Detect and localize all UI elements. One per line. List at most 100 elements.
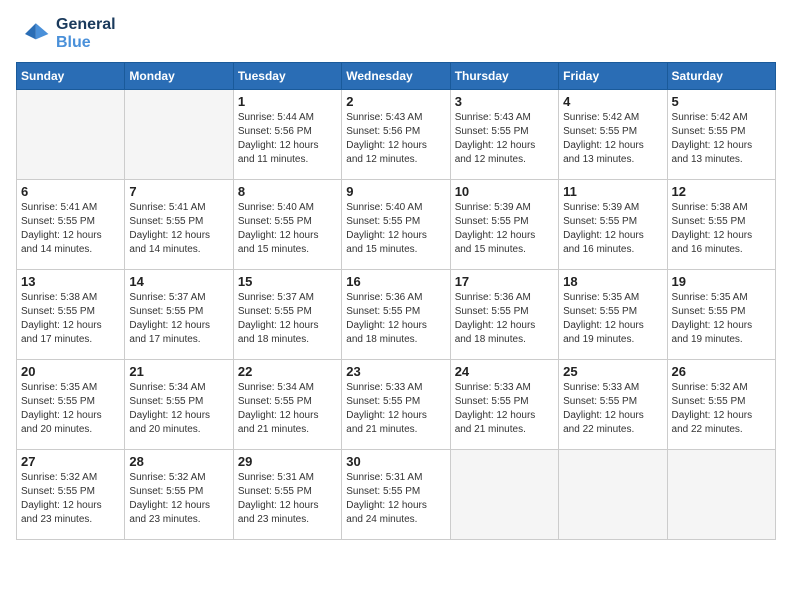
calendar-cell: 1 Sunrise: 5:44 AMSunset: 5:56 PMDaylight… <box>233 90 341 180</box>
day-info: Sunrise: 5:44 AMSunset: 5:56 PMDaylight:… <box>238 111 337 167</box>
calendar-cell: 2 Sunrise: 5:43 AMSunset: 5:56 PMDaylight… <box>342 90 450 180</box>
column-header-wednesday: Wednesday <box>342 63 450 90</box>
calendar-cell: 23 Sunrise: 5:33 AMSunset: 5:55 PMDayligh… <box>342 360 450 450</box>
day-number: 22 <box>238 364 337 379</box>
day-number: 20 <box>21 364 120 379</box>
week-row-3: 13 Sunrise: 5:38 AMSunset: 5:55 PMDayligh… <box>17 270 776 360</box>
column-header-monday: Monday <box>125 63 233 90</box>
day-number: 15 <box>238 274 337 289</box>
day-info: Sunrise: 5:32 AMSunset: 5:55 PMDaylight:… <box>129 471 228 527</box>
day-number: 4 <box>563 94 662 109</box>
calendar-cell: 3Sunrise: 5:43 AMSunset: 5:55 PMDaylight… <box>450 90 558 180</box>
calendar-cell: 21 Sunrise: 5:34 AMSunset: 5:55 PMDayligh… <box>125 360 233 450</box>
day-info: Sunrise: 5:35 AMSunset: 5:55 PMDaylight:… <box>672 291 771 347</box>
calendar-cell: 9 Sunrise: 5:40 AMSunset: 5:55 PMDaylight… <box>342 180 450 270</box>
column-header-sunday: Sunday <box>17 63 125 90</box>
week-row-1: 1 Sunrise: 5:44 AMSunset: 5:56 PMDaylight… <box>17 90 776 180</box>
logo-icon <box>16 16 52 52</box>
calendar-cell: 15 Sunrise: 5:37 AMSunset: 5:55 PMDayligh… <box>233 270 341 360</box>
day-number: 2 <box>346 94 445 109</box>
day-info: Sunrise: 5:37 AMSunset: 5:55 PMDaylight:… <box>129 291 228 347</box>
column-header-saturday: Saturday <box>667 63 775 90</box>
calendar-cell: 27 Sunrise: 5:32 AMSunset: 5:55 PMDayligh… <box>17 450 125 540</box>
day-number: 18 <box>563 274 662 289</box>
calendar-cell: 20 Sunrise: 5:35 AMSunset: 5:55 PMDayligh… <box>17 360 125 450</box>
calendar-cell: 24Sunrise: 5:33 AMSunset: 5:55 PMDayligh… <box>450 360 558 450</box>
calendar-cell <box>17 90 125 180</box>
day-info: Sunrise: 5:43 AMSunset: 5:55 PMDaylight:… <box>455 111 554 167</box>
calendar-cell: 7 Sunrise: 5:41 AMSunset: 5:55 PMDaylight… <box>125 180 233 270</box>
calendar-cell: 11 Sunrise: 5:39 AMSunset: 5:55 PMDayligh… <box>559 180 667 270</box>
day-info: Sunrise: 5:38 AMSunset: 5:55 PMDaylight:… <box>21 291 120 347</box>
day-number: 26 <box>672 364 771 379</box>
calendar-cell <box>559 450 667 540</box>
day-info: Sunrise: 5:35 AMSunset: 5:55 PMDaylight:… <box>21 381 120 437</box>
day-info: Sunrise: 5:41 AMSunset: 5:55 PMDaylight:… <box>21 201 120 257</box>
day-number: 28 <box>129 454 228 469</box>
calendar-cell: 19 Sunrise: 5:35 AMSunset: 5:55 PMDayligh… <box>667 270 775 360</box>
day-info: Sunrise: 5:31 AMSunset: 5:55 PMDaylight:… <box>238 471 337 527</box>
column-header-friday: Friday <box>559 63 667 90</box>
day-number: 5 <box>672 94 771 109</box>
day-info: Sunrise: 5:36 AMSunset: 5:55 PMDaylight:… <box>455 291 554 347</box>
week-row-5: 27 Sunrise: 5:32 AMSunset: 5:55 PMDayligh… <box>17 450 776 540</box>
calendar-header-row: SundayMondayTuesdayWednesdayThursdayFrid… <box>17 63 776 90</box>
calendar-cell: 12 Sunrise: 5:38 AMSunset: 5:55 PMDayligh… <box>667 180 775 270</box>
day-number: 7 <box>129 184 228 199</box>
day-number: 6 <box>21 184 120 199</box>
day-number: 16 <box>346 274 445 289</box>
day-number: 21 <box>129 364 228 379</box>
day-number: 8 <box>238 184 337 199</box>
day-number: 9 <box>346 184 445 199</box>
day-info: Sunrise: 5:31 AMSunset: 5:55 PMDaylight:… <box>346 471 445 527</box>
calendar-cell: 30 Sunrise: 5:31 AMSunset: 5:55 PMDayligh… <box>342 450 450 540</box>
day-info: Sunrise: 5:40 AMSunset: 5:55 PMDaylight:… <box>346 201 445 257</box>
calendar-cell <box>667 450 775 540</box>
day-info: Sunrise: 5:43 AMSunset: 5:56 PMDaylight:… <box>346 111 445 167</box>
calendar-cell: 25Sunrise: 5:33 AMSunset: 5:55 PMDayligh… <box>559 360 667 450</box>
calendar-cell: 17 Sunrise: 5:36 AMSunset: 5:55 PMDayligh… <box>450 270 558 360</box>
logo-text: General Blue <box>56 16 116 52</box>
day-info: Sunrise: 5:33 AMSunset: 5:55 PMDaylight:… <box>346 381 445 437</box>
calendar-cell: 14 Sunrise: 5:37 AMSunset: 5:55 PMDayligh… <box>125 270 233 360</box>
day-number: 17 <box>455 274 554 289</box>
day-number: 30 <box>346 454 445 469</box>
week-row-2: 6 Sunrise: 5:41 AMSunset: 5:55 PMDaylight… <box>17 180 776 270</box>
day-number: 13 <box>21 274 120 289</box>
day-info: Sunrise: 5:34 AMSunset: 5:55 PMDaylight:… <box>238 381 337 437</box>
calendar-cell: 29 Sunrise: 5:31 AMSunset: 5:55 PMDayligh… <box>233 450 341 540</box>
day-info: Sunrise: 5:34 AMSunset: 5:55 PMDaylight:… <box>129 381 228 437</box>
day-info: Sunrise: 5:37 AMSunset: 5:55 PMDaylight:… <box>238 291 337 347</box>
calendar: SundayMondayTuesdayWednesdayThursdayFrid… <box>16 62 776 540</box>
day-info: Sunrise: 5:32 AMSunset: 5:55 PMDaylight:… <box>672 381 771 437</box>
day-number: 29 <box>238 454 337 469</box>
calendar-cell: 22 Sunrise: 5:34 AMSunset: 5:55 PMDayligh… <box>233 360 341 450</box>
calendar-cell <box>125 90 233 180</box>
day-number: 14 <box>129 274 228 289</box>
day-number: 1 <box>238 94 337 109</box>
day-info: Sunrise: 5:40 AMSunset: 5:55 PMDaylight:… <box>238 201 337 257</box>
logo: General Blue <box>16 16 116 52</box>
calendar-cell: 16 Sunrise: 5:36 AMSunset: 5:55 PMDayligh… <box>342 270 450 360</box>
day-info: Sunrise: 5:42 AMSunset: 5:55 PMDaylight:… <box>563 111 662 167</box>
day-info: Sunrise: 5:33 AMSunset: 5:55 PMDaylight:… <box>455 381 554 437</box>
calendar-cell: 8 Sunrise: 5:40 AMSunset: 5:55 PMDaylight… <box>233 180 341 270</box>
day-info: Sunrise: 5:41 AMSunset: 5:55 PMDaylight:… <box>129 201 228 257</box>
day-number: 27 <box>21 454 120 469</box>
week-row-4: 20 Sunrise: 5:35 AMSunset: 5:55 PMDayligh… <box>17 360 776 450</box>
day-info: Sunrise: 5:36 AMSunset: 5:55 PMDaylight:… <box>346 291 445 347</box>
day-number: 12 <box>672 184 771 199</box>
day-number: 11 <box>563 184 662 199</box>
calendar-cell <box>450 450 558 540</box>
calendar-cell: 4 Sunrise: 5:42 AMSunset: 5:55 PMDaylight… <box>559 90 667 180</box>
day-info: Sunrise: 5:38 AMSunset: 5:55 PMDaylight:… <box>672 201 771 257</box>
day-info: Sunrise: 5:32 AMSunset: 5:55 PMDaylight:… <box>21 471 120 527</box>
day-number: 19 <box>672 274 771 289</box>
day-info: Sunrise: 5:39 AMSunset: 5:55 PMDaylight:… <box>563 201 662 257</box>
day-info: Sunrise: 5:39 AMSunset: 5:55 PMDaylight:… <box>455 201 554 257</box>
column-header-thursday: Thursday <box>450 63 558 90</box>
calendar-cell: 13 Sunrise: 5:38 AMSunset: 5:55 PMDayligh… <box>17 270 125 360</box>
day-number: 23 <box>346 364 445 379</box>
calendar-cell: 6 Sunrise: 5:41 AMSunset: 5:55 PMDaylight… <box>17 180 125 270</box>
header: General Blue <box>16 16 776 52</box>
